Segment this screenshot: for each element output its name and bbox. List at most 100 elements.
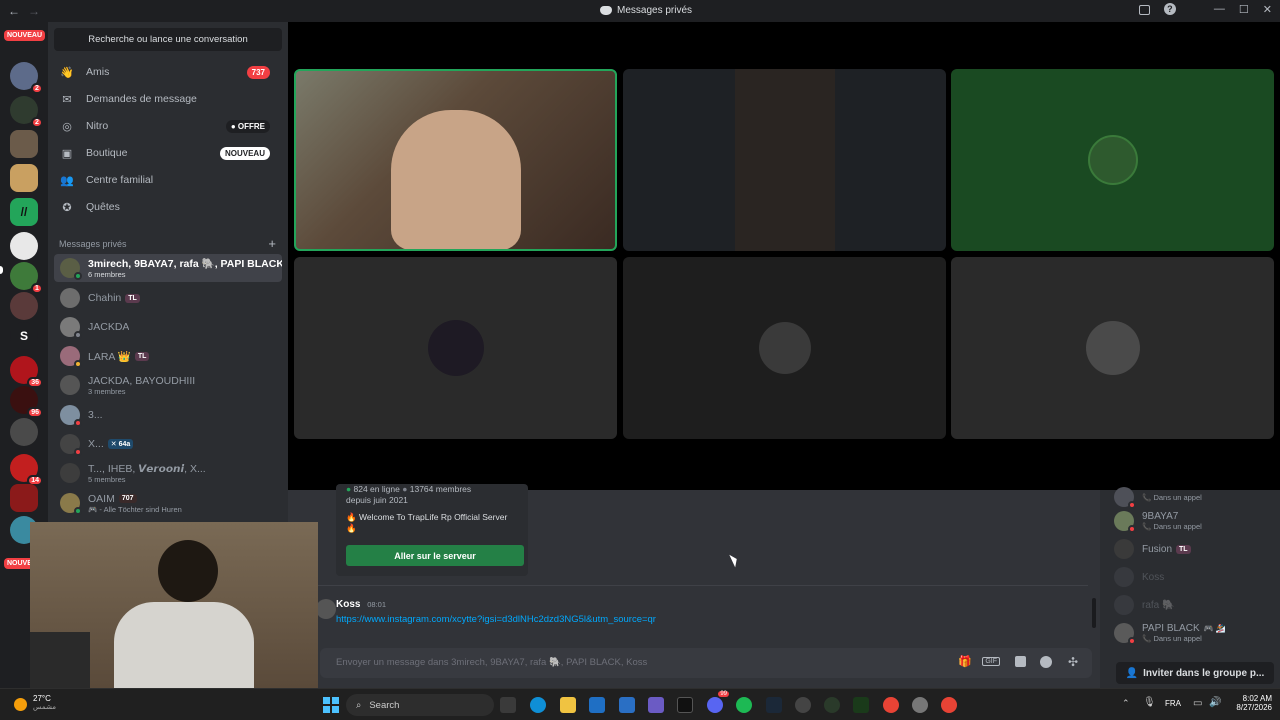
sticker-icon[interactable]	[1015, 656, 1026, 667]
network-icon[interactable]: ▭	[1193, 698, 1202, 709]
server-icon[interactable]: 96	[10, 386, 43, 418]
window-title: Messages privés	[617, 5, 693, 16]
status-dot	[74, 360, 82, 368]
chrome-icon[interactable]	[883, 697, 899, 713]
dm-item[interactable]: T..., IHEB, 𝙑𝙚𝙧𝙤𝙤𝙣𝙞, X... 5 membres	[54, 459, 282, 487]
invite-group-button[interactable]: 👤 Inviter dans le groupe p...	[1116, 662, 1274, 684]
file-explorer-icon[interactable]	[560, 697, 576, 713]
dm-item[interactable]: OAIM 707 🎮 - Alle Töchter sind Huren	[54, 489, 282, 517]
dm-item[interactable]: X... ✕ 64a	[54, 430, 282, 458]
minimize-button[interactable]: —	[1214, 3, 1225, 16]
server-icon[interactable]: S	[10, 322, 38, 350]
chrome-icon[interactable]	[941, 697, 957, 713]
join-server-button[interactable]: Aller sur le serveur	[346, 545, 524, 566]
nav-message-requests[interactable]: ✉ Demandes de message	[54, 86, 282, 112]
member-status: Dans un appel	[1153, 634, 1202, 643]
emoji-icon[interactable]	[1040, 656, 1052, 668]
video-tile[interactable]	[951, 69, 1274, 251]
mention-badge: 1	[31, 283, 43, 294]
avatar	[1114, 595, 1134, 615]
server-icon[interactable]	[10, 130, 38, 158]
dm-item[interactable]: 3mirech, 9BAYA7, rafa 🐘, PAPI BLACK,... 6…	[54, 254, 282, 282]
server-icon[interactable]: 14	[10, 454, 43, 486]
server-icon[interactable]: 1	[10, 262, 43, 294]
weather-widget[interactable]: 27°C مشمس	[33, 694, 56, 711]
video-tile[interactable]	[951, 257, 1274, 439]
dm-item[interactable]: LARA 👑 TL	[54, 342, 282, 370]
video-tile[interactable]	[294, 257, 617, 439]
language-indicator[interactable]: FRA	[1165, 699, 1181, 708]
member-item-offline[interactable]: Koss	[1114, 564, 1274, 590]
member-status: Dans un appel	[1153, 492, 1202, 502]
xbox-icon[interactable]	[824, 697, 840, 713]
edge-icon[interactable]	[530, 697, 546, 713]
scrollbar[interactable]	[1092, 598, 1096, 628]
server-icon[interactable]	[10, 484, 38, 512]
gif-icon[interactable]: GIF	[982, 657, 1000, 666]
server-icon[interactable]	[10, 418, 38, 446]
back-icon[interactable]: ←	[8, 4, 20, 18]
task-view-icon[interactable]	[500, 697, 516, 713]
maximize-button[interactable]: ☐	[1239, 3, 1249, 16]
member-item-offline[interactable]: rafa 🐘	[1114, 592, 1274, 618]
dm-name: X...	[88, 438, 104, 450]
chevron-up-icon[interactable]: ⌃	[1122, 698, 1130, 709]
spotify-icon[interactable]	[736, 697, 752, 713]
server-icon[interactable]: 36	[10, 356, 43, 388]
settings-icon[interactable]	[912, 697, 928, 713]
dm-item[interactable]: JACKDA, BAYOUDHIII 3 membres	[54, 371, 282, 399]
video-tile[interactable]	[623, 69, 946, 251]
server-icon[interactable]	[10, 292, 38, 320]
teams-icon[interactable]	[648, 697, 664, 713]
message-author[interactable]: Koss	[336, 599, 360, 610]
mention-badge: 96	[27, 407, 43, 418]
server-invite-card: ● 824 en ligne ● 13764 membres depuis ju…	[336, 484, 528, 576]
gift-icon[interactable]: 🎁	[958, 655, 972, 668]
nav-nitro[interactable]: ◎ Nitro ● OFFRE	[54, 113, 282, 139]
online-count: 824 en ligne	[353, 484, 400, 494]
message-link[interactable]: https://www.instagram.com/xcytte?igsi=d3…	[336, 614, 656, 625]
message-avatar[interactable]	[316, 599, 336, 619]
discord-taskbar-icon[interactable]: 99	[707, 691, 729, 713]
member-item[interactable]: Fusion TL	[1114, 536, 1274, 562]
help-icon[interactable]: ?	[1163, 3, 1176, 15]
windows-start-icon[interactable]	[323, 697, 339, 713]
video-tile-speaking[interactable]	[294, 69, 617, 251]
member-item[interactable]: PAPI BLACK 🎮 🏂 📞 Dans un appel	[1114, 620, 1274, 646]
app-icon[interactable]	[795, 697, 811, 713]
avatar	[1114, 623, 1136, 645]
message-composer[interactable]: Envoyer un message dans 3mirech, 9BAYA7,…	[320, 648, 1092, 678]
create-dm-button[interactable]: +	[268, 236, 276, 251]
app-icon[interactable]	[677, 697, 693, 713]
server-icon[interactable]: //	[10, 198, 38, 226]
server-icon[interactable]	[10, 232, 38, 260]
dm-item[interactable]: Chahin TL	[54, 284, 282, 312]
server-icon[interactable]: 2	[10, 62, 43, 94]
search-conversation-button[interactable]: Recherche ou lance une conversation	[54, 28, 282, 51]
taskbar-search[interactable]: ⌕ Search	[346, 694, 494, 716]
store-icon[interactable]	[619, 697, 635, 713]
mail-icon[interactable]	[589, 697, 605, 713]
clock[interactable]: 8:02 AM 8/27/2026	[1226, 694, 1272, 712]
forward-icon[interactable]: →	[28, 4, 40, 18]
app-icon[interactable]	[853, 697, 869, 713]
apps-icon[interactable]: ✣	[1068, 655, 1078, 669]
dm-item[interactable]: JACKDA	[54, 313, 282, 341]
nav-label: Demandes de message	[86, 93, 197, 105]
nav-label: Quêtes	[86, 201, 120, 213]
server-icon[interactable]: 2	[10, 96, 43, 128]
member-item[interactable]: 📞 Dans un appel	[1114, 484, 1274, 510]
nav-shop[interactable]: ▣ Boutique NOUVEAU	[54, 140, 282, 166]
close-button[interactable]: ✕	[1263, 3, 1272, 16]
nav-family-center[interactable]: 👥 Centre familial	[54, 167, 282, 193]
nav-quests[interactable]: ✪ Quêtes	[54, 194, 282, 220]
microphone-icon[interactable]: 🎙	[1143, 697, 1156, 708]
member-item[interactable]: 9BAYA7 📞 Dans un appel	[1114, 508, 1274, 534]
video-tile[interactable]	[623, 257, 946, 439]
inbox-icon[interactable]	[1138, 5, 1150, 15]
server-icon[interactable]	[10, 164, 38, 192]
steam-icon[interactable]	[766, 697, 782, 713]
dm-item[interactable]: 3...	[54, 401, 282, 429]
volume-icon[interactable]: 🔊	[1209, 697, 1221, 708]
nav-friends[interactable]: 👋 Amis 737	[54, 59, 282, 85]
